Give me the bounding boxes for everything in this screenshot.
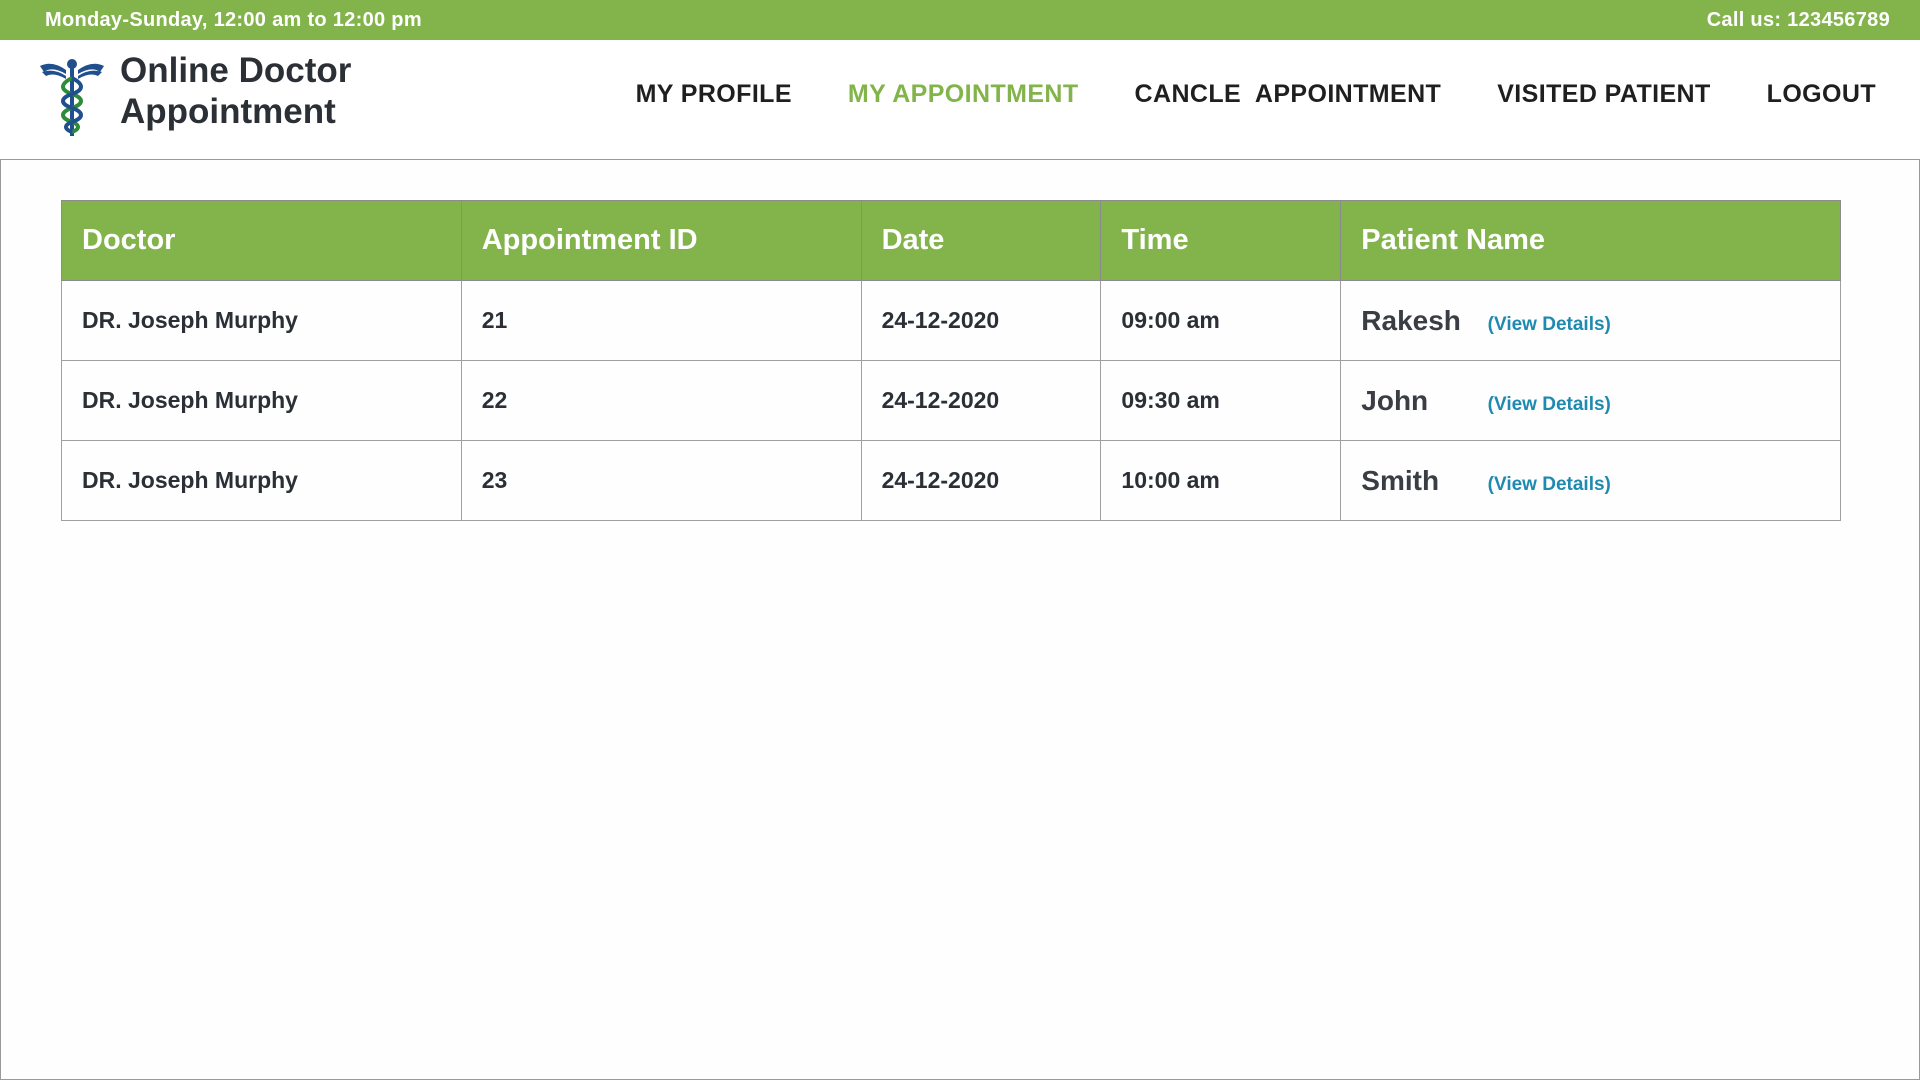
view-details-link[interactable]: (View Details) [1488, 394, 1611, 415]
caduceus-icon [40, 59, 104, 136]
cell-patient: John (View Details) [1340, 360, 1841, 441]
appointments-table: Doctor Appointment ID Date Time Patient … [61, 200, 1841, 521]
cell-date: 24-12-2020 [860, 280, 1102, 361]
header-patient-name: Patient Name [1340, 200, 1841, 281]
cell-time: 09:30 am [1100, 360, 1342, 441]
header-time: Time [1100, 200, 1342, 281]
cell-time: 09:00 am [1100, 280, 1342, 361]
nav-my-appointment[interactable]: MY APPOINTMENT [848, 80, 1079, 109]
nav-logout[interactable]: LOGOUT [1767, 80, 1876, 109]
working-hours: Monday-Sunday, 12:00 am to 12:00 pm [45, 8, 422, 31]
table-row: DR. Joseph Murphy 21 24-12-2020 09:00 am… [61, 280, 1841, 361]
table-header-row: Doctor Appointment ID Date Time Patient … [61, 200, 1841, 281]
nav-my-profile[interactable]: MY PROFILE [636, 80, 792, 109]
phone-contact: Call us: 123456789 [1706, 8, 1890, 31]
patient-name: Rakesh [1361, 304, 1461, 336]
cell-appointment-id: 23 [460, 440, 862, 521]
main-nav: MY PROFILE MY APPOINTMENT CANCLE APPOINT… [580, 80, 1876, 109]
site-title[interactable]: Online Doctor Appointment [120, 50, 351, 132]
top-info-bar: Monday-Sunday, 12:00 am to 12:00 pm Call… [0, 0, 1920, 40]
cell-doctor: DR. Joseph Murphy [61, 440, 462, 521]
header-doctor: Doctor [61, 200, 462, 281]
main-content: Doctor Appointment ID Date Time Patient … [0, 160, 1920, 1080]
table-row: DR. Joseph Murphy 22 24-12-2020 09:30 am… [61, 360, 1841, 441]
patient-name: Smith [1361, 464, 1440, 496]
table-row: DR. Joseph Murphy 23 24-12-2020 10:00 am… [61, 440, 1841, 521]
cell-doctor: DR. Joseph Murphy [61, 280, 462, 361]
nav-visited-patient[interactable]: VISITED PATIENT [1497, 80, 1710, 109]
cell-doctor: DR. Joseph Murphy [61, 360, 462, 441]
view-details-link[interactable]: (View Details) [1488, 474, 1611, 495]
cell-patient: Rakesh (View Details) [1340, 280, 1841, 361]
header-appointment-id: Appointment ID [460, 200, 862, 281]
header-date: Date [860, 200, 1102, 281]
cell-date: 24-12-2020 [860, 360, 1102, 441]
site-title-line1: Online Doctor [120, 51, 352, 90]
cell-appointment-id: 21 [460, 280, 862, 361]
cell-time: 10:00 am [1100, 440, 1342, 521]
cell-date: 24-12-2020 [860, 440, 1102, 521]
cell-patient: Smith (View Details) [1340, 440, 1841, 521]
site-header: Online Doctor Appointment MY PROFILE MY … [0, 40, 1920, 160]
nav-cancel-appointment[interactable]: CANCLE APPOINTMENT [1135, 80, 1442, 109]
cell-appointment-id: 22 [460, 360, 862, 441]
site-title-line2: Appointment [120, 92, 336, 131]
view-details-link[interactable]: (View Details) [1488, 314, 1611, 335]
patient-name: John [1361, 384, 1429, 416]
